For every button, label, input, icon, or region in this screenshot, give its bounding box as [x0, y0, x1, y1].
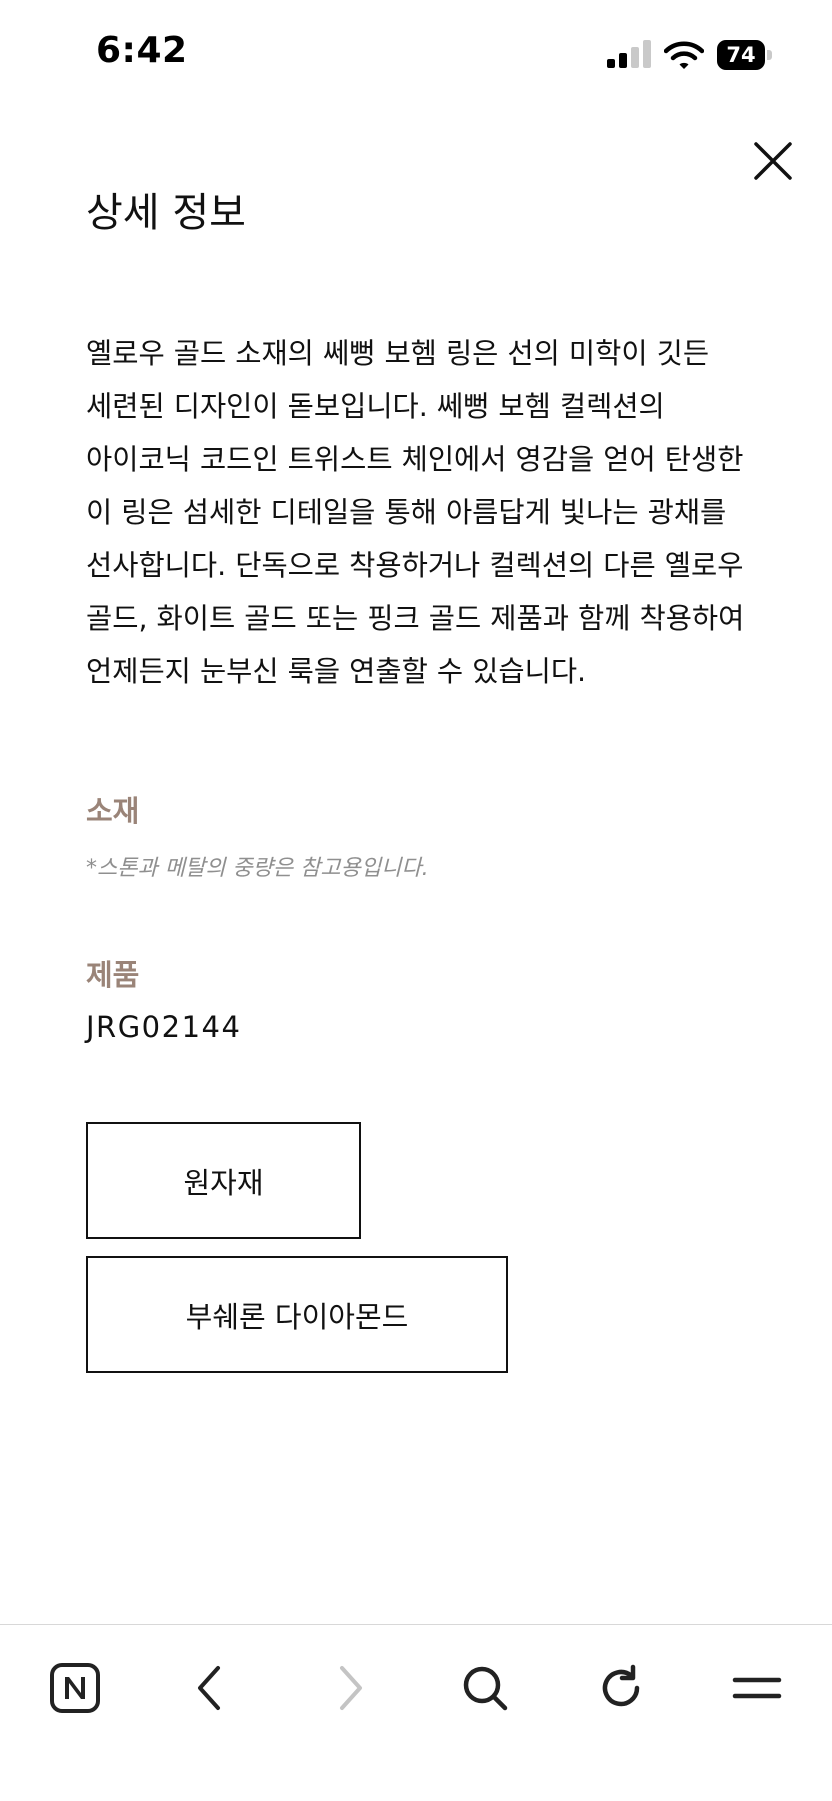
back-arrow-icon [198, 1666, 220, 1710]
search-button[interactable] [450, 1653, 520, 1723]
status-bar: 6:42 74 [0, 0, 832, 110]
material-label: 소재 [86, 794, 140, 828]
product-label: 제품 [86, 958, 140, 992]
forward-arrow-icon [340, 1666, 362, 1710]
close-button[interactable] [748, 136, 798, 186]
page-title: 상세 정보 [86, 190, 246, 236]
reload-icon [602, 1664, 640, 1707]
battery-icon: 74 [717, 40, 773, 70]
search-icon [463, 1666, 508, 1711]
weight-note: *스톤과 메탈의 중량은 참고용입니다. [86, 856, 429, 881]
naver-home-button[interactable] [40, 1653, 110, 1723]
menu-icon [732, 1677, 782, 1699]
menu-button[interactable] [722, 1653, 792, 1723]
product-code: JRG02144 [86, 1010, 242, 1044]
wifi-icon [663, 40, 705, 70]
naver-home-icon [50, 1663, 100, 1713]
forward-button[interactable] [315, 1653, 385, 1723]
battery-level: 74 [717, 40, 765, 70]
back-button[interactable] [175, 1653, 245, 1723]
boucheron-diamond-button[interactable]: 부쉐론 다이아몬드 [86, 1256, 508, 1373]
status-time: 6:42 [96, 30, 188, 71]
raw-material-button[interactable]: 원자재 [86, 1122, 361, 1239]
browser-toolbar [0, 1624, 832, 1801]
reload-button[interactable] [586, 1653, 656, 1723]
close-icon [754, 142, 792, 180]
cellular-signal-icon [607, 40, 651, 68]
product-description: 옐로우 골드 소재의 쎄뻥 보헴 링은 선의 미학이 깃든 세련된 디자인이 돋… [86, 337, 745, 688]
